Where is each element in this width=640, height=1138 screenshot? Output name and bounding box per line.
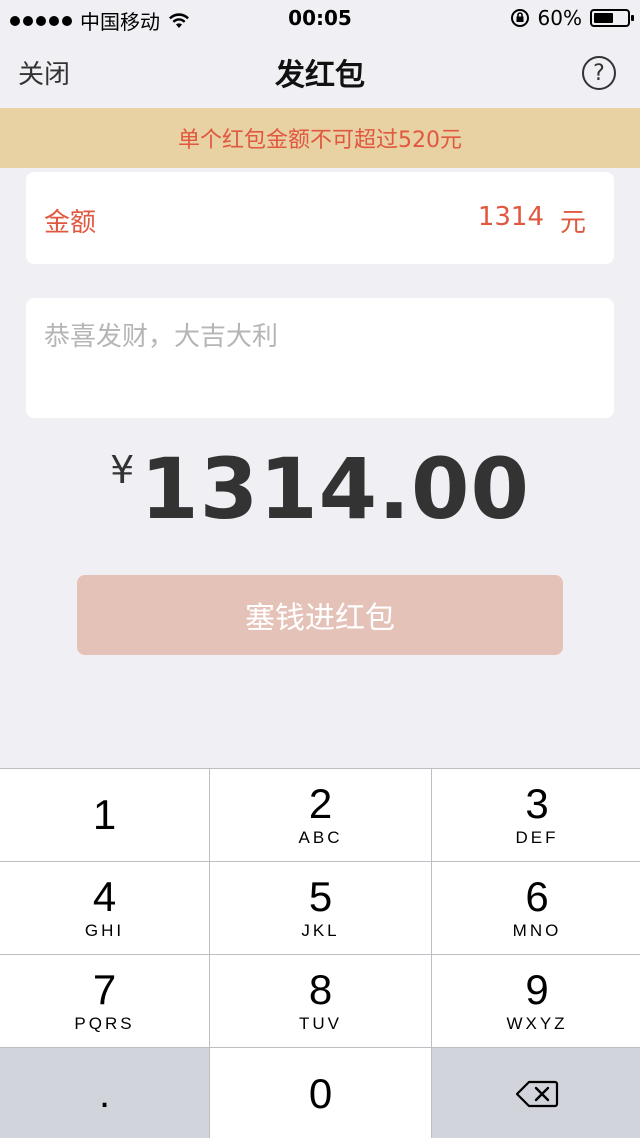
page-title: 发红包 (275, 58, 365, 93)
backspace-icon (515, 1080, 559, 1108)
currency-symbol: ¥ (110, 448, 135, 492)
status-bar: 中国移动 00:05 60% (0, 0, 640, 36)
amount-field[interactable]: 金额 1314 元 (26, 172, 614, 264)
key-1[interactable]: 1 (0, 769, 209, 861)
put-money-button[interactable]: 塞钱进红包 (77, 575, 563, 655)
limit-banner: 单个红包金额不可超过520元 (0, 108, 640, 168)
battery-percent: 60% (537, 6, 582, 30)
carrier-label: 中国移动 (80, 10, 160, 34)
key-8[interactable]: 8 TUV (210, 955, 431, 1047)
amount-unit: 元 (559, 208, 586, 238)
key-3[interactable]: 3 DEF (432, 769, 640, 861)
backspace-key[interactable] (432, 1048, 640, 1138)
status-right: 60% (510, 6, 634, 30)
numeric-keypad: 1 2 ABC 3 DEF 4 GHI 5 JKL 6 MNO 7 PQRS 8… (0, 768, 640, 1138)
close-button[interactable]: 关闭 (18, 54, 70, 91)
key-7[interactable]: 7 PQRS (0, 955, 209, 1047)
blessing-message-input[interactable] (26, 298, 614, 418)
battery-fill (594, 13, 614, 23)
navigation-bar: 关闭 发红包 ? (0, 36, 640, 108)
battery-icon (590, 9, 634, 27)
orientation-lock-icon (510, 9, 529, 27)
signal-dots-icon (10, 15, 72, 26)
key-0[interactable]: 0 (210, 1048, 431, 1138)
total-amount-display: ¥1314.00 (0, 440, 640, 538)
status-left: 中国移动 (10, 6, 190, 35)
key-5[interactable]: 5 JKL (210, 862, 431, 954)
key-6[interactable]: 6 MNO (432, 862, 640, 954)
amount-value[interactable]: 1314 (478, 202, 544, 232)
key-dot[interactable]: . (0, 1048, 209, 1138)
help-icon[interactable]: ? (582, 56, 616, 90)
wifi-icon (169, 12, 189, 28)
amount-label: 金额 (44, 208, 97, 238)
message-card (26, 298, 614, 418)
key-9[interactable]: 9 WXYZ (432, 955, 640, 1047)
key-4[interactable]: 4 GHI (0, 862, 209, 954)
limit-banner-text: 单个红包金额不可超过520元 (178, 128, 462, 153)
key-2[interactable]: 2 ABC (210, 769, 431, 861)
total-amount: 1314.00 (140, 440, 530, 538)
